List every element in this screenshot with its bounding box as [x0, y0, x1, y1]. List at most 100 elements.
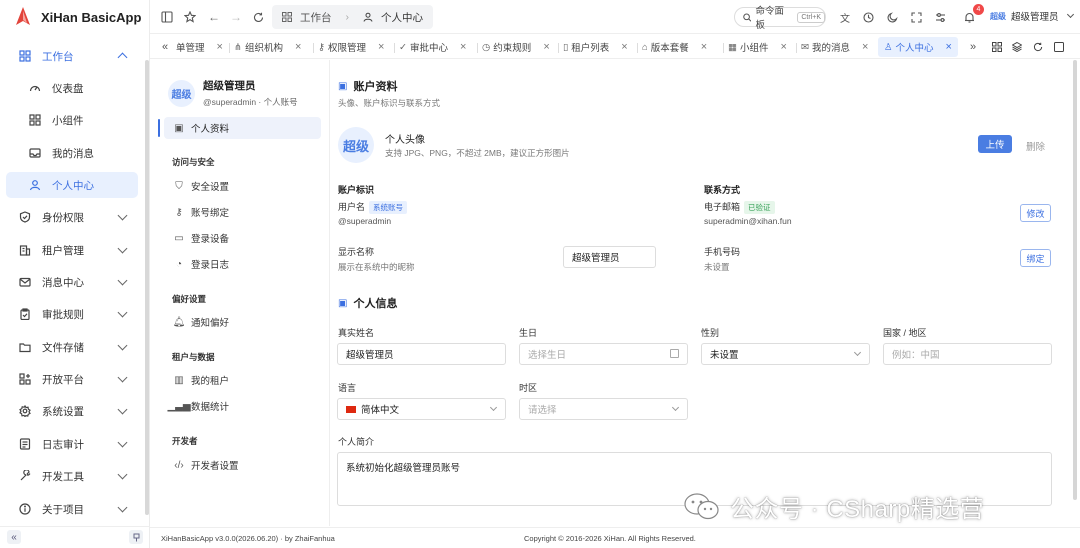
close-icon[interactable]: ×: [946, 41, 952, 53]
upload-avatar-button[interactable]: 上传: [978, 135, 1012, 153]
key-icon: ⚷: [175, 206, 183, 218]
collapse-sidebar-button[interactable]: «: [7, 530, 21, 544]
subnav-item-devices[interactable]: ▭ 登录设备: [164, 227, 321, 249]
tabs-scroll-right-button[interactable]: »: [970, 37, 976, 57]
sidebar-item-label: 审批规则: [42, 308, 84, 321]
tab-refresh-button[interactable]: [1033, 37, 1043, 57]
close-icon[interactable]: ×: [378, 41, 384, 53]
tab[interactable]: ⚷ 权限管理 ×: [318, 37, 384, 57]
tab[interactable]: ✓ 审批中心 ×: [399, 37, 466, 57]
theme-toggle-button[interactable]: [885, 10, 899, 24]
language-button[interactable]: 文: [838, 10, 852, 25]
content-scrollbar[interactable]: [1073, 60, 1077, 500]
language-select[interactable]: 简体中文: [337, 398, 506, 420]
clock-button[interactable]: [861, 10, 875, 24]
sidebar-item-profile[interactable]: 个人中心: [6, 172, 138, 198]
gender-select[interactable]: 未设置: [701, 343, 870, 365]
back-button[interactable]: ←: [207, 10, 221, 24]
notification-badge: 4: [973, 4, 984, 15]
close-icon[interactable]: ×: [217, 41, 223, 53]
org-icon: ⋔: [234, 41, 242, 53]
tab[interactable]: ✉ 我的消息 ×: [801, 37, 868, 57]
fullscreen-button[interactable]: [909, 10, 923, 24]
brand[interactable]: XiHan BasicApp: [14, 7, 141, 27]
subnav-label: 账号绑定: [191, 208, 230, 219]
close-icon[interactable]: ×: [781, 41, 787, 53]
section-title-personal: ▣ 个人信息: [338, 295, 397, 311]
tab-label: 版本套餐: [650, 43, 689, 54]
close-icon[interactable]: ×: [295, 41, 301, 53]
tab[interactable]: ▦ 小组件 ×: [728, 37, 787, 57]
avatar-hint: 支持 JPG、PNG，不超过 2MB，建议正方形图片: [385, 148, 570, 158]
birthday-picker[interactable]: 选择生日: [519, 343, 688, 365]
favorite-button[interactable]: [183, 10, 197, 24]
command-palette-button[interactable]: 命令面板 Ctrl+K: [734, 6, 826, 31]
delete-avatar-button[interactable]: 删除: [1026, 139, 1045, 153]
edit-email-button[interactable]: 修改: [1020, 204, 1051, 222]
subnav-item-statistics[interactable]: ▁▃▅ 数据统计: [164, 395, 321, 417]
sidebar-item-dev-tools[interactable]: 开发工具: [6, 463, 138, 489]
sidebar-item-workbench[interactable]: 工作台: [6, 43, 138, 69]
sidebar-item-dashboard[interactable]: 仪表盘: [6, 75, 138, 101]
tab-bar: « 单管理 × ⋔ 组织机构 × ⚷ 权限管理 × ✓ 审批中心 × ◷ 约束规则 × ▯ 租户列表…: [150, 35, 1080, 59]
sidebar-item-approval[interactable]: 审批规则: [6, 301, 138, 327]
subnav-item-my-tenants[interactable]: ▥ 我的租户: [164, 369, 321, 391]
subnav-item-binding[interactable]: ⚷ 账号绑定: [164, 201, 321, 223]
tab-maximize-button[interactable]: [1054, 37, 1064, 57]
display-name-input[interactable]: 超级管理员: [563, 246, 656, 268]
sidebar-item-widgets[interactable]: 小组件: [6, 107, 138, 133]
close-icon[interactable]: ×: [460, 41, 466, 53]
timezone-select[interactable]: 请选择: [519, 398, 688, 420]
subnav-item-profile[interactable]: ▣ 个人资料: [164, 117, 321, 139]
sidebar-item-tenant[interactable]: 租户管理: [6, 237, 138, 263]
forward-button[interactable]: →: [229, 10, 243, 24]
tab[interactable]: ▯ 租户列表 ×: [563, 37, 628, 57]
close-icon[interactable]: ×: [862, 41, 868, 53]
pin-sidebar-button[interactable]: [129, 530, 143, 544]
breadcrumb-separator-icon: ›: [345, 11, 350, 23]
sidebar-item-messages[interactable]: 我的消息: [6, 140, 138, 166]
toggle-sidebar-button[interactable]: [160, 10, 174, 24]
building-icon: ▥: [174, 374, 184, 386]
sidebar-item-storage[interactable]: 文件存储: [6, 334, 138, 360]
shield-icon: ⛉: [175, 180, 183, 192]
tab-label: 审批中心: [409, 43, 448, 54]
real-name-input[interactable]: 超级管理员: [337, 343, 506, 365]
tabs-scroll-left-button[interactable]: «: [162, 37, 168, 57]
tab[interactable]: ⋔ 组织机构 ×: [234, 37, 301, 57]
tabs-layers-button[interactable]: [1012, 37, 1022, 57]
user-icon: [363, 12, 373, 22]
subnav-item-login-log[interactable]: ◔ 登录日志: [164, 253, 321, 275]
tab[interactable]: 单管理 ×: [176, 37, 223, 57]
sidebar-item-open-platform[interactable]: 开放平台: [6, 366, 138, 392]
close-icon[interactable]: ×: [701, 41, 707, 53]
sidebar-item-audit[interactable]: 日志审计: [6, 431, 138, 457]
chevron-down-icon: [117, 243, 128, 254]
preferences-button[interactable]: [933, 10, 947, 24]
sidebar-item-message-center[interactable]: 消息中心: [6, 269, 138, 295]
tabs-overview-button[interactable]: [992, 37, 1002, 57]
subnav-item-security[interactable]: ⛉ 安全设置: [164, 175, 321, 197]
sidebar: XiHan BasicApp 工作台 仪表盘 小组件 我的消息 个人中心 身份权…: [0, 0, 150, 548]
bind-phone-button[interactable]: 绑定: [1020, 249, 1051, 267]
close-icon[interactable]: ×: [543, 41, 549, 53]
subnav-item-notification-prefs[interactable]: 🔔︎ 通知偏好: [164, 311, 321, 333]
tab[interactable]: ◷ 约束规则 ×: [482, 37, 550, 57]
sidebar-item-about[interactable]: 关于项目: [6, 496, 138, 522]
tab-active[interactable]: ♙ 个人中心 ×: [878, 37, 958, 57]
chevron-down-icon: [489, 403, 498, 412]
sidebar-item-settings[interactable]: 系统设置: [6, 398, 138, 424]
country-input[interactable]: 例如：中国: [883, 343, 1052, 365]
birthday-label: 生日: [519, 328, 538, 338]
breadcrumb-item[interactable]: 工作台: [300, 10, 332, 25]
footer: XiHanBasicApp v3.0.0(2026.06.20) · by Zh…: [150, 527, 1080, 548]
subnav-item-developer[interactable]: ‹/› 开发者设置: [164, 454, 321, 476]
sidebar-scrollbar[interactable]: [145, 60, 149, 515]
grid-icon: [992, 42, 1002, 52]
tab[interactable]: ⌂ 版本套餐 ×: [642, 37, 707, 57]
sidebar-item-identity[interactable]: 身份权限: [6, 204, 138, 230]
user-menu[interactable]: 超级 超级管理员: [990, 9, 1074, 23]
refresh-button[interactable]: [251, 10, 265, 24]
close-icon[interactable]: ×: [621, 41, 627, 53]
avatar-title: 个人头像: [385, 135, 425, 146]
